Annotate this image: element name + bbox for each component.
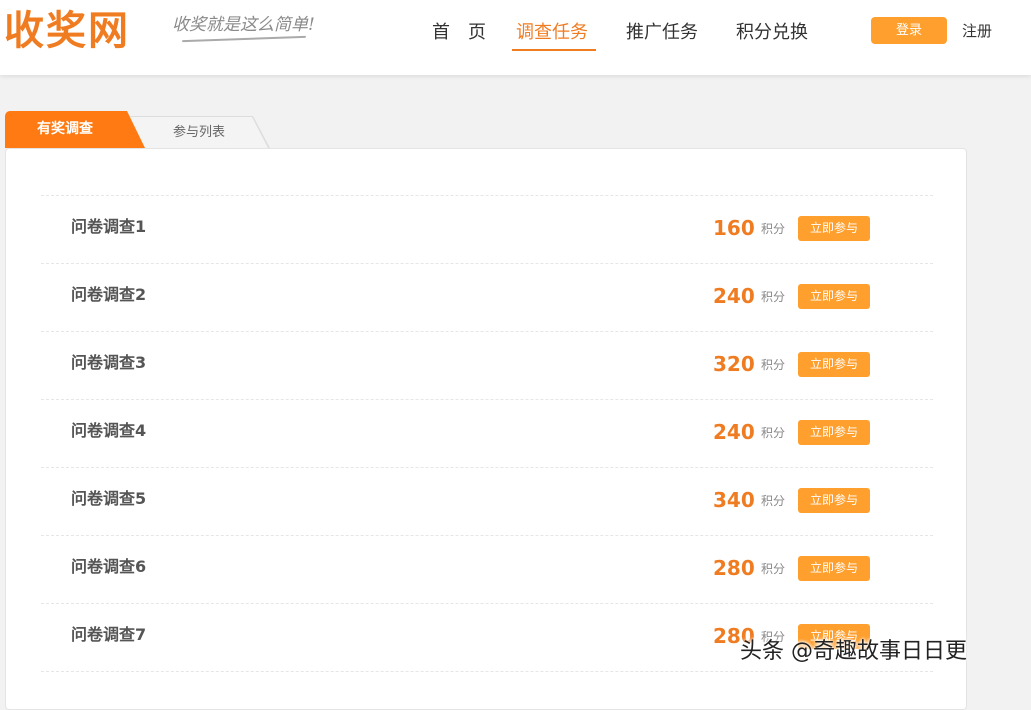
survey-title[interactable]: 问卷调查6 xyxy=(71,556,146,578)
nav-item-home[interactable]: 首 页 xyxy=(432,18,486,48)
login-button[interactable]: 登录 xyxy=(871,17,947,44)
site-slogan: 收奖就是这么简单! xyxy=(172,15,315,35)
points-unit: 积分 xyxy=(761,494,786,508)
survey-panel: 问卷调查1 160 积分 立即参与 问卷调查2 240 积分 立即参与 问卷调查… xyxy=(5,148,967,710)
join-now-button[interactable]: 立即参与 xyxy=(798,216,870,241)
survey-row: 问卷调查5 340 积分 立即参与 xyxy=(41,468,933,536)
join-now-button[interactable]: 立即参与 xyxy=(798,556,870,581)
survey-points: 340 xyxy=(713,488,755,512)
points-unit: 积分 xyxy=(761,290,786,304)
site-header: 收奖网 收奖就是这么简单! 首 页 调查任务 推广任务 积分兑换 登录 注册 xyxy=(0,0,1031,75)
survey-title[interactable]: 问卷调查2 xyxy=(71,284,146,306)
survey-title[interactable]: 问卷调查1 xyxy=(71,216,146,238)
tab-prize-surveys[interactable]: 有奖调查 xyxy=(5,111,145,148)
survey-list: 问卷调查1 160 积分 立即参与 问卷调查2 240 积分 立即参与 问卷调查… xyxy=(41,195,933,672)
join-now-button[interactable]: 立即参与 xyxy=(798,420,870,445)
points-unit: 积分 xyxy=(761,358,786,372)
survey-points: 280 xyxy=(713,556,755,580)
join-now-button[interactable]: 立即参与 xyxy=(798,284,870,309)
tab-participation-list-label: 参与列表 xyxy=(126,117,268,148)
survey-points: 160 xyxy=(713,216,755,240)
survey-points: 240 xyxy=(713,420,755,444)
points-unit: 积分 xyxy=(761,426,786,440)
site-logo[interactable]: 收奖网 xyxy=(4,6,130,56)
survey-title[interactable]: 问卷调查7 xyxy=(71,624,146,646)
survey-row: 问卷调查2 240 积分 立即参与 xyxy=(41,264,933,332)
join-now-button[interactable]: 立即参与 xyxy=(798,488,870,513)
nav-active-indicator xyxy=(512,49,596,51)
survey-row: 问卷调查6 280 积分 立即参与 xyxy=(41,536,933,604)
survey-row: 问卷调查3 320 积分 立即参与 xyxy=(41,332,933,400)
tab-participation-list[interactable]: 参与列表 xyxy=(125,116,270,148)
nav-item-survey-tasks[interactable]: 调查任务 xyxy=(516,18,588,48)
nav-item-promo-tasks[interactable]: 推广任务 xyxy=(626,18,698,48)
register-link[interactable]: 注册 xyxy=(962,20,992,42)
nav-item-points-exchange[interactable]: 积分兑换 xyxy=(736,18,808,48)
survey-row: 问卷调查1 160 积分 立即参与 xyxy=(41,196,933,264)
survey-title[interactable]: 问卷调查5 xyxy=(71,488,146,510)
join-now-button[interactable]: 立即参与 xyxy=(798,352,870,377)
points-unit: 积分 xyxy=(761,562,786,576)
survey-title[interactable]: 问卷调查3 xyxy=(71,352,146,374)
points-unit: 积分 xyxy=(761,222,786,236)
watermark: 头条 @奇趣故事日日更 xyxy=(740,639,967,664)
survey-points: 320 xyxy=(713,352,755,376)
survey-row: 问卷调查4 240 积分 立即参与 xyxy=(41,400,933,468)
survey-title[interactable]: 问卷调查4 xyxy=(71,420,146,442)
survey-points: 240 xyxy=(713,284,755,308)
